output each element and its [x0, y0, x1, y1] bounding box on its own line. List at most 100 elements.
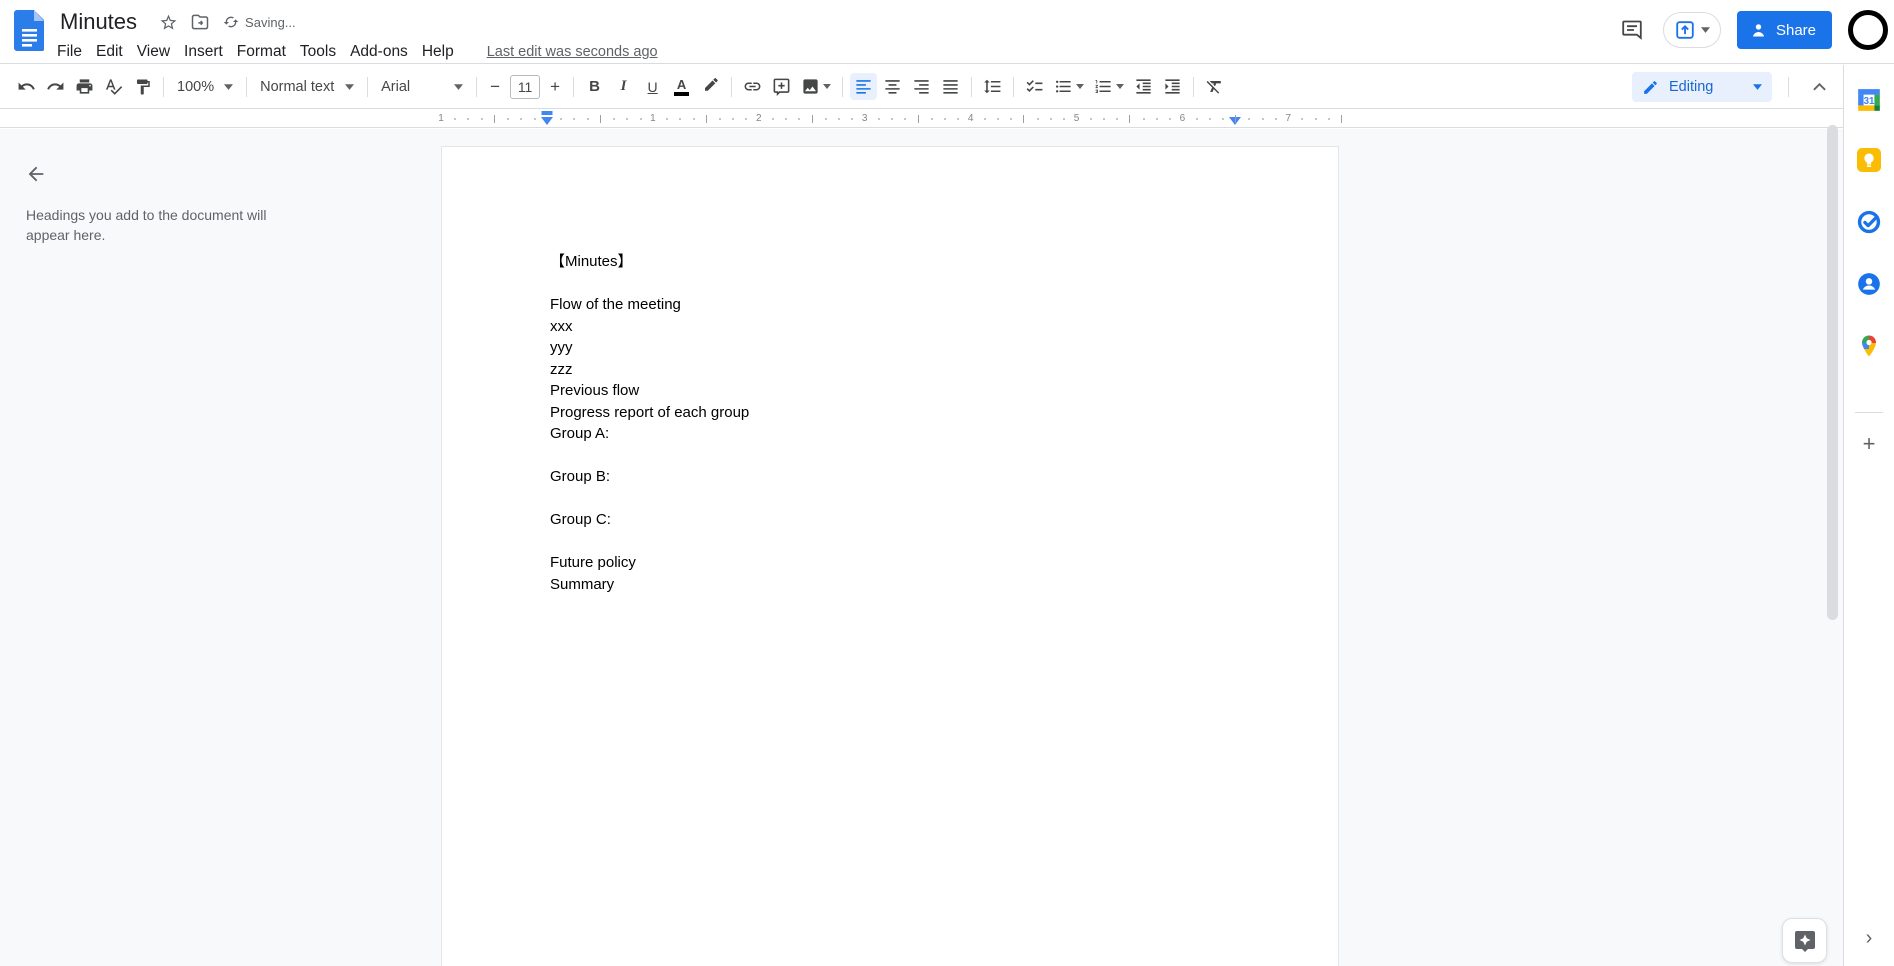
- back-arrow-icon: [28, 166, 44, 182]
- print-button[interactable]: [71, 73, 98, 100]
- ruler-tick: [1036, 118, 1039, 120]
- spell-check-button[interactable]: [100, 73, 127, 100]
- ruler-tick: [811, 115, 813, 123]
- underline-button[interactable]: U: [639, 73, 666, 100]
- align-center-button[interactable]: [879, 73, 906, 100]
- upload-button[interactable]: [1662, 12, 1721, 48]
- insert-image-button[interactable]: [797, 73, 835, 100]
- ruler-tick: [1327, 118, 1330, 120]
- avatar[interactable]: [1848, 10, 1888, 50]
- open-comment-history-button[interactable]: [1617, 15, 1647, 45]
- ruler-tick: [533, 118, 536, 120]
- google-docs-logo-icon[interactable]: [14, 10, 44, 51]
- share-button[interactable]: Share: [1736, 11, 1832, 49]
- doc-line[interactable]: Group A:: [550, 423, 1238, 445]
- move-to-folder-button[interactable]: [187, 9, 213, 35]
- ruler-number: 7: [1285, 113, 1292, 124]
- menu-item[interactable]: Help: [415, 41, 461, 63]
- google-contacts-icon[interactable]: [1856, 271, 1882, 297]
- increase-font-size-button[interactable]: +: [543, 75, 567, 99]
- ruler-tick: [1261, 118, 1264, 120]
- doc-line[interactable]: [550, 273, 1238, 295]
- ruler[interactable]: 1 1 2 3 4 5 6 7: [0, 110, 1843, 128]
- doc-line[interactable]: xxx: [550, 316, 1238, 338]
- google-tasks-icon[interactable]: [1856, 209, 1882, 235]
- align-left-button[interactable]: [850, 73, 878, 100]
- menu-bar: File Edit View Insert Format Tools Add-o…: [50, 39, 658, 65]
- doc-line[interactable]: Summary: [550, 574, 1238, 596]
- paragraph-style-select[interactable]: Normal text: [253, 73, 361, 100]
- google-calendar-icon[interactable]: 31: [1856, 87, 1882, 113]
- doc-line[interactable]: zzz: [550, 359, 1238, 381]
- google-maps-icon[interactable]: [1856, 333, 1882, 359]
- explore-button[interactable]: [1782, 918, 1827, 963]
- doc-line[interactable]: Flow of the meeting: [550, 294, 1238, 316]
- doc-line[interactable]: [550, 488, 1238, 510]
- ruler-tick: [771, 118, 774, 120]
- zoom-select[interactable]: 100%: [170, 73, 240, 100]
- checklist-button[interactable]: [1021, 73, 1048, 100]
- doc-line[interactable]: 【Minutes】: [550, 251, 1238, 273]
- first-line-indent-marker[interactable]: [541, 111, 553, 115]
- menu-item[interactable]: Add-ons: [343, 41, 415, 63]
- redo-button[interactable]: [42, 73, 69, 100]
- ruler-tick: [1301, 118, 1304, 120]
- document-text: 【Minutes】 Flow of the meeting xxx yyy zz…: [550, 251, 1238, 595]
- document-page[interactable]: 【Minutes】 Flow of the meeting xxx yyy zz…: [441, 146, 1339, 966]
- menu-item[interactable]: Insert: [177, 41, 230, 63]
- menu-item[interactable]: Edit: [89, 41, 130, 63]
- undo-button[interactable]: [13, 73, 40, 100]
- font-select[interactable]: Arial: [374, 73, 470, 100]
- show-side-panel-button[interactable]: ›: [1858, 925, 1880, 951]
- doc-line[interactable]: yyy: [550, 337, 1238, 359]
- justify-button[interactable]: [937, 73, 964, 100]
- clear-formatting-button[interactable]: [1201, 73, 1228, 100]
- ruler-number: 1: [650, 113, 656, 124]
- italic-button[interactable]: I: [610, 73, 637, 100]
- doc-line[interactable]: Previous flow: [550, 380, 1238, 402]
- menu-item[interactable]: Tools: [293, 41, 343, 63]
- bulleted-list-button[interactable]: [1050, 73, 1088, 100]
- editing-mode-button[interactable]: Editing: [1632, 72, 1772, 102]
- line-spacing-button[interactable]: [979, 73, 1006, 100]
- ruler-tick: [877, 118, 880, 120]
- ruler-tick: [480, 118, 483, 120]
- chevron-down-icon: [1700, 27, 1710, 33]
- left-indent-marker[interactable]: [541, 117, 553, 125]
- text-color-button[interactable]: A: [668, 73, 695, 100]
- vertical-scrollbar[interactable]: [1827, 125, 1838, 620]
- doc-line[interactable]: Future policy: [550, 552, 1238, 574]
- share-person-icon: [1752, 23, 1765, 36]
- align-right-button[interactable]: [908, 73, 935, 100]
- doc-line[interactable]: Group B:: [550, 466, 1238, 488]
- ruler-tick: [732, 118, 735, 120]
- add-comment-button[interactable]: [768, 73, 795, 100]
- ruler-tick: [798, 118, 801, 120]
- menu-item[interactable]: View: [130, 41, 177, 63]
- star-button[interactable]: [155, 9, 181, 35]
- get-add-ons-button[interactable]: +: [1856, 431, 1882, 457]
- insert-link-button[interactable]: [739, 73, 766, 100]
- doc-line[interactable]: Progress report of each group: [550, 402, 1238, 424]
- doc-line[interactable]: [550, 445, 1238, 467]
- decrease-indent-button[interactable]: [1130, 73, 1157, 100]
- increase-indent-button[interactable]: [1159, 73, 1186, 100]
- highlight-color-button[interactable]: [697, 73, 724, 100]
- menu-item[interactable]: Format: [230, 41, 293, 63]
- ruler-tick: [467, 118, 470, 120]
- paint-format-button[interactable]: [129, 73, 156, 100]
- numbered-list-button[interactable]: [1090, 73, 1128, 100]
- document-title[interactable]: Minutes: [56, 9, 141, 35]
- doc-line[interactable]: Group C:: [550, 509, 1238, 531]
- menu-item[interactable]: File: [50, 41, 89, 63]
- last-edit-status[interactable]: Last edit was seconds ago: [487, 44, 658, 60]
- chevron-down-icon: [823, 84, 832, 89]
- font-size-field[interactable]: 11: [510, 74, 541, 99]
- decrease-font-size-button[interactable]: −: [483, 75, 507, 99]
- collapse-toolbar-button[interactable]: [1806, 74, 1833, 101]
- bold-button[interactable]: B: [581, 73, 608, 100]
- close-outline-button[interactable]: [16, 154, 56, 194]
- google-keep-icon[interactable]: [1856, 147, 1882, 173]
- doc-line[interactable]: [550, 531, 1238, 553]
- ruler-tick: [838, 118, 841, 120]
